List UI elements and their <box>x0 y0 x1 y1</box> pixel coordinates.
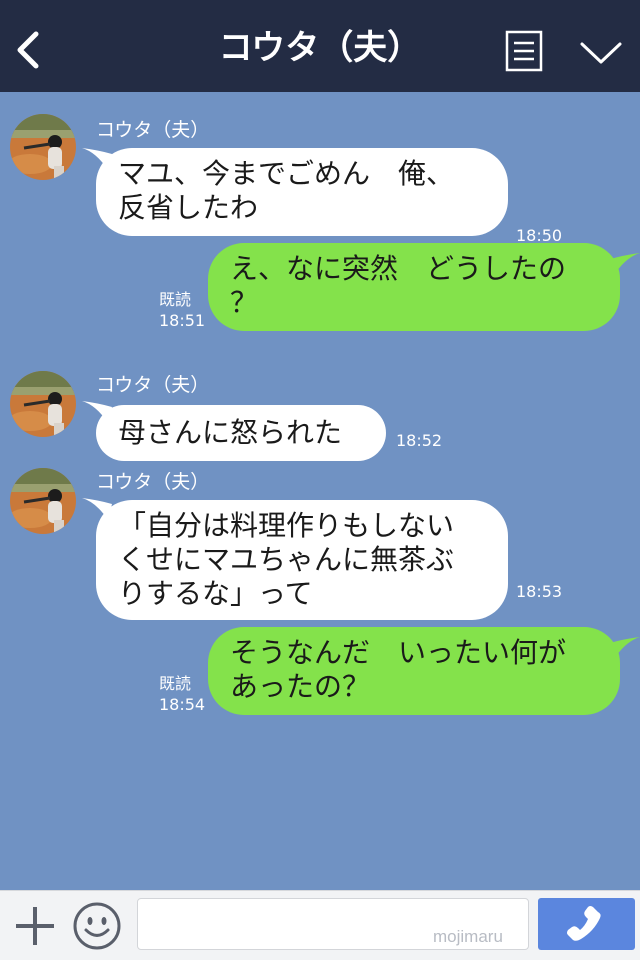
list-icon <box>505 30 543 72</box>
message-input-bar: mojimaru <box>0 890 640 960</box>
avatar[interactable] <box>10 114 76 180</box>
message-time: 18:53 <box>516 582 563 601</box>
outgoing-message: 既読 18:54 そうなんだ いったい何が あったの？ <box>0 627 640 715</box>
baseball-player-photo <box>10 371 76 437</box>
message-time: 18:51 <box>159 311 206 330</box>
chevron-left-icon <box>17 31 39 69</box>
call-button[interactable] <box>538 898 635 950</box>
emoji-button[interactable] <box>72 901 122 951</box>
baseball-player-photo <box>10 468 76 534</box>
smiley-icon <box>73 902 121 950</box>
baseball-player-photo <box>10 114 76 180</box>
message-bubble[interactable]: マユ、今までごめん 俺、 反省したわ <box>96 148 508 236</box>
chat-area[interactable]: コウタ（夫） マユ、今までごめん 俺、 反省したわ 18:50 既読 18:51… <box>0 92 640 890</box>
message-bubble[interactable]: 「自分は料理作りもしない くせにマユちゃんに無茶ぶ りするな」って <box>96 500 508 620</box>
message-time: 18:52 <box>396 431 443 450</box>
incoming-message: コウタ（夫） 「自分は料理作りもしない くせにマユちゃんに無茶ぶ りするな」って… <box>0 468 640 622</box>
read-receipt: 既読 <box>159 290 192 309</box>
avatar[interactable] <box>10 468 76 534</box>
menu-button[interactable] <box>504 30 544 74</box>
add-button[interactable] <box>12 903 58 949</box>
read-receipt: 既読 <box>159 674 192 693</box>
avatar[interactable] <box>10 371 76 437</box>
sender-name: コウタ（夫） <box>96 471 210 493</box>
plus-icon <box>16 907 54 945</box>
chat-title: コウタ（夫） <box>218 28 422 68</box>
bubble-tail <box>610 637 640 659</box>
message-bubble[interactable]: え、なに突然 どうしたの ？ <box>208 243 620 331</box>
phone-icon <box>567 906 601 941</box>
chevron-down-icon <box>580 42 622 64</box>
back-button[interactable] <box>10 26 50 74</box>
sender-name: コウタ（夫） <box>96 374 210 396</box>
incoming-message: コウタ（夫） 母さんに怒られた 18:52 <box>0 371 640 461</box>
dropdown-button[interactable] <box>578 36 624 70</box>
message-time: 18:54 <box>159 695 206 714</box>
outgoing-message: 既読 18:51 え、なに突然 どうしたの ？ <box>0 243 640 331</box>
message-input[interactable] <box>137 898 529 950</box>
chat-header: コウタ（夫） <box>0 0 640 92</box>
bubble-tail <box>610 253 640 275</box>
message-bubble[interactable]: そうなんだ いったい何が あったの？ <box>208 627 620 715</box>
message-bubble[interactable]: 母さんに怒られた <box>96 405 386 461</box>
sender-name: コウタ（夫） <box>96 119 210 141</box>
incoming-message: コウタ（夫） マユ、今までごめん 俺、 反省したわ 18:50 <box>0 114 640 245</box>
